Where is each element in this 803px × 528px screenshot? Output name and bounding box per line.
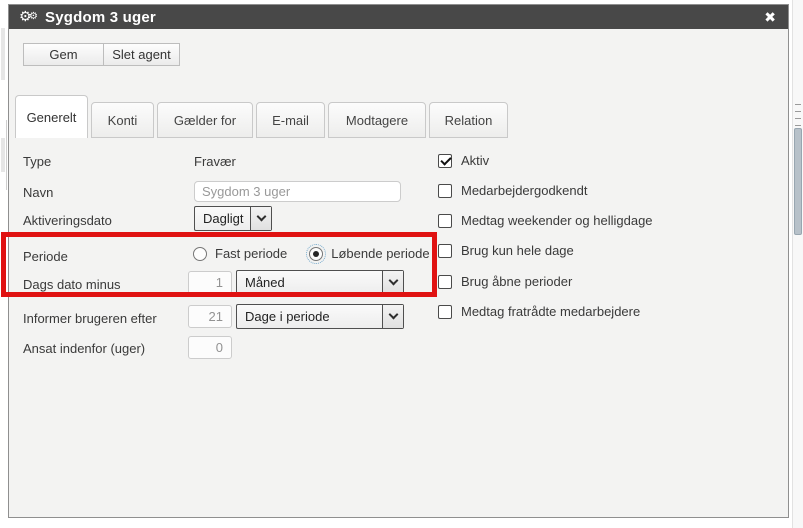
- informer-unit-select[interactable]: Dage i periode: [236, 304, 404, 329]
- scrollbar-ticks: [795, 104, 801, 126]
- aktiveringsdato-select[interactable]: Dagligt: [194, 206, 272, 231]
- brug-kun-hele-dage-checkbox[interactable]: [438, 244, 452, 258]
- dialog-titlebar: ⚙ ⚙ Sygdom 3 uger ✖: [9, 5, 788, 29]
- page-scrollbar[interactable]: [792, 0, 803, 528]
- aktiv-label: Aktiv: [461, 153, 489, 168]
- save-button[interactable]: Gem: [23, 43, 104, 66]
- tab-konti[interactable]: Konti: [91, 102, 154, 138]
- ansat-indenfor-label: Ansat indenfor (uger): [23, 341, 145, 356]
- aktiveringsdato-label: Aktiveringsdato: [23, 213, 112, 228]
- ansat-indenfor-input[interactable]: [188, 336, 232, 359]
- checkbox-row-aktiv[interactable]: Aktiv: [438, 153, 489, 168]
- chevron-down-icon: [250, 207, 271, 230]
- background-page-fragment: [1, 28, 5, 80]
- brug-kun-hele-dage-label: Brug kun hele dage: [461, 243, 574, 258]
- dags-dato-minus-input[interactable]: [188, 271, 232, 294]
- checkbox-row-medtag-fratraadte[interactable]: Medtag fratrådte medarbejdere: [438, 304, 640, 319]
- medarbejdergodkendt-label: Medarbejdergodkendt: [461, 183, 587, 198]
- aktiv-checkbox[interactable]: [438, 154, 452, 168]
- checkbox-row-brug-aabne-perioder[interactable]: Brug åbne perioder: [438, 274, 572, 289]
- chevron-down-icon: [382, 271, 403, 294]
- dags-dato-minus-label: Dags dato minus: [23, 277, 121, 292]
- navn-input[interactable]: [194, 181, 401, 202]
- type-value: Fravær: [194, 154, 236, 169]
- agent-dialog: ⚙ ⚙ Sygdom 3 uger ✖ Gem Slet agent Gener…: [8, 4, 789, 518]
- radio-loebende-periode[interactable]: [309, 247, 323, 261]
- type-label: Type: [23, 154, 51, 169]
- medtag-fratraadte-checkbox[interactable]: [438, 305, 452, 319]
- medtag-weekender-label: Medtag weekender og helligdage: [461, 213, 653, 228]
- toolbar: Gem Slet agent: [23, 43, 180, 66]
- radio-fast-periode[interactable]: [193, 247, 207, 261]
- scrollbar-thumb[interactable]: [794, 128, 802, 235]
- informer-unit-value: Dage i periode: [245, 309, 330, 324]
- tab-modtagere[interactable]: Modtagere: [328, 102, 426, 138]
- delete-agent-button[interactable]: Slet agent: [103, 43, 180, 66]
- dags-dato-minus-unit-select[interactable]: Måned: [236, 270, 404, 295]
- brug-aabne-perioder-label: Brug åbne perioder: [461, 274, 572, 289]
- radio-loebende-periode-label[interactable]: Løbende periode: [331, 246, 429, 261]
- medtag-fratraadte-label: Medtag fratrådte medarbejdere: [461, 304, 640, 319]
- checkbox-row-brug-kun-hele-dage[interactable]: Brug kun hele dage: [438, 243, 574, 258]
- chevron-down-icon: [382, 305, 403, 328]
- background-page-fragment: [6, 120, 7, 190]
- tab-bar: Generelt Konti Gælder for E-mail Modtage…: [15, 94, 511, 138]
- medtag-weekender-checkbox[interactable]: [438, 214, 452, 228]
- informer-label: Informer brugeren efter: [23, 311, 157, 326]
- gears-icon: ⚙ ⚙: [19, 8, 41, 26]
- checkbox-row-medarbejdergodkendt[interactable]: Medarbejdergodkendt: [438, 183, 587, 198]
- close-icon[interactable]: ✖: [762, 5, 778, 29]
- brug-aabne-perioder-checkbox[interactable]: [438, 275, 452, 289]
- checkbox-row-medtag-weekender[interactable]: Medtag weekender og helligdage: [438, 213, 653, 228]
- page-background: { "window": { "title": "Sygdom 3 uger", …: [0, 0, 803, 528]
- aktiveringsdato-selected-value: Dagligt: [203, 211, 243, 226]
- radio-fast-periode-label[interactable]: Fast periode: [215, 246, 287, 261]
- medarbejdergodkendt-checkbox[interactable]: [438, 184, 452, 198]
- dialog-title: Sygdom 3 uger: [45, 9, 156, 26]
- background-page-fragment: [1, 138, 5, 172]
- tab-gaelder-for[interactable]: Gælder for: [157, 102, 253, 138]
- informer-input[interactable]: [188, 305, 232, 328]
- periode-radio-group: Fast periode Løbende periode: [193, 246, 430, 261]
- dags-dato-minus-unit-value: Måned: [245, 275, 285, 290]
- navn-label: Navn: [23, 185, 53, 200]
- tab-relation[interactable]: Relation: [429, 102, 508, 138]
- periode-label: Periode: [23, 249, 68, 264]
- tab-email[interactable]: E-mail: [256, 102, 325, 138]
- tab-generelt[interactable]: Generelt: [15, 95, 88, 138]
